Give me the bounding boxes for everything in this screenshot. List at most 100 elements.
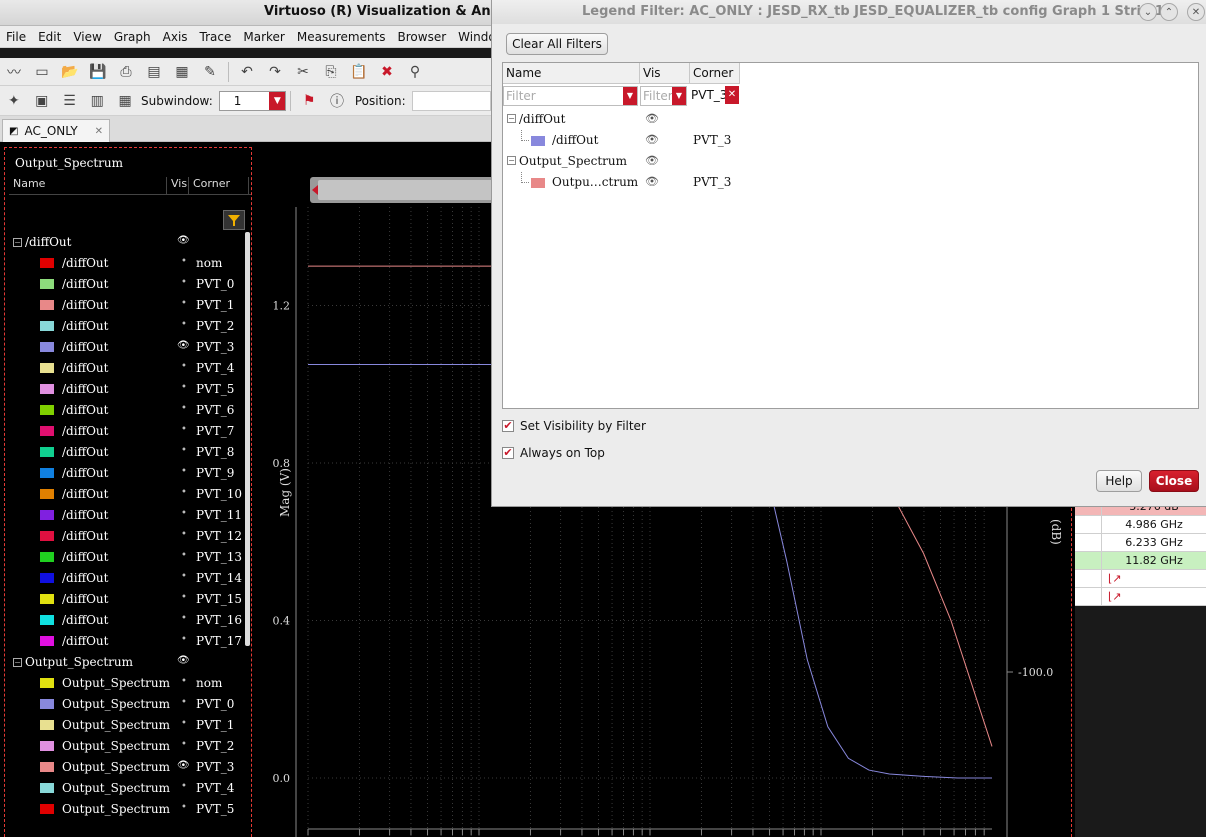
measurement-row[interactable]: ⌊↗ [1075,570,1206,588]
measurement-row[interactable]: 11.82 GHz [1075,552,1206,570]
close-button[interactable]: Close [1149,470,1199,492]
vis-filter-input[interactable]: Filter ▼ [640,86,687,106]
hidden-dot-icon[interactable]: • [181,403,187,414]
close-icon[interactable]: ✕ [95,126,103,137]
legend-col-corner[interactable]: Corner [189,177,249,194]
measurement-row[interactable]: 6.233 GHz [1075,534,1206,552]
hidden-dot-icon[interactable]: • [181,613,187,624]
hidden-dot-icon[interactable]: • [181,298,187,309]
hidden-dot-icon[interactable]: • [181,781,187,792]
hidden-dot-icon[interactable]: • [181,445,187,456]
maximize-icon[interactable]: ⌃ [1160,3,1178,21]
chevron-down-icon[interactable]: ▼ [623,87,637,105]
filter-funnel-icon[interactable] [223,210,245,230]
menu-edit[interactable]: Edit [32,30,67,44]
undo-icon[interactable]: ↶ [236,61,258,83]
legend-item-row[interactable]: Output_Spectrum • PVT_1 [9,715,245,736]
legend-col-vis[interactable]: Vis [167,177,189,194]
eye-icon[interactable]: 👁 [177,340,190,351]
cut-icon[interactable]: ✂ [292,61,314,83]
menu-browser[interactable]: Browser [392,30,453,44]
delete-icon[interactable]: ✖ [376,61,398,83]
collapse-icon[interactable]: − [507,114,516,123]
legend-item-row[interactable]: /diffOut • PVT_11 [9,505,245,526]
calculator-icon[interactable]: ▦ [171,61,193,83]
hidden-dot-icon[interactable]: • [181,424,187,435]
hidden-dot-icon[interactable]: • [181,676,187,687]
hidden-dot-icon[interactable]: • [181,361,187,372]
plot-scrollbar-handle[interactable] [318,180,498,200]
legend-item-row[interactable]: /diffOut • PVT_6 [9,400,245,421]
eye-icon[interactable]: 👁 [177,655,190,666]
name-filter-input[interactable]: Filter ▼ [503,86,638,106]
legend-item-row[interactable]: /diffOut • PVT_8 [9,442,245,463]
clear-all-filters-button[interactable]: Clear All Filters [506,33,608,55]
columns-layout-icon[interactable]: ▥ [86,90,108,112]
hidden-dot-icon[interactable]: • [181,529,187,540]
measurement-row[interactable]: ⌊↗ [1075,588,1206,606]
tree-col-vis[interactable]: Vis [640,63,690,83]
tree-row[interactable]: − Output_Spectrum 👁 [503,151,1198,172]
legend-col-name[interactable]: Name [9,177,167,194]
flag-icon[interactable]: ⚑ [298,90,320,112]
chevron-down-icon[interactable]: ▼ [672,87,686,105]
hidden-dot-icon[interactable]: • [181,466,187,477]
eye-icon[interactable]: 👁 [645,133,659,146]
eye-icon[interactable]: 👁 [177,760,190,771]
always-on-top-checkbox[interactable]: ✔ [502,447,514,459]
hidden-dot-icon[interactable]: • [181,697,187,708]
help-button[interactable]: Help [1096,470,1142,492]
legend-item-row[interactable]: /diffOut • PVT_14 [9,568,245,589]
legend-item-row[interactable]: /diffOut • nom [9,253,245,274]
position-field[interactable] [411,90,491,111]
edit-icon[interactable]: ✎ [199,61,221,83]
legend-item-row[interactable]: /diffOut • PVT_16 [9,610,245,631]
minimize-icon[interactable]: ⌄ [1139,3,1157,21]
eye-icon[interactable]: 👁 [645,154,659,167]
save-icon[interactable]: 💾 [87,61,109,83]
legend-item-row[interactable]: /diffOut • PVT_12 [9,526,245,547]
legend-scrollbar[interactable] [245,232,250,646]
legend-item-row[interactable]: Output_Spectrum • PVT_4 [9,778,245,799]
menu-window[interactable]: Window [452,30,491,44]
hidden-dot-icon[interactable]: • [181,802,187,813]
hidden-dot-icon[interactable]: • [181,592,187,603]
copy-icon[interactable]: ⎘ [320,61,342,83]
menu-file[interactable]: File [0,30,32,44]
legend-item-row[interactable]: /diffOut • PVT_15 [9,589,245,610]
legend-item-row[interactable]: Output_Spectrum • PVT_2 [9,736,245,757]
tree-row[interactable]: /diffOut PVT_3 👁 [503,130,1198,151]
corner-filter-input[interactable]: PVT_3 ✕ [689,86,739,106]
filter-icon[interactable]: ⚲ [404,61,426,83]
legend-item-row[interactable]: /diffOut • PVT_4 [9,358,245,379]
menu-axis[interactable]: Axis [157,30,194,44]
hidden-dot-icon[interactable]: • [181,718,187,729]
tree-row[interactable]: Outpu…ctrum PVT_3 👁 [503,172,1198,193]
subwindow-select[interactable]: 1 ▼ [218,90,287,111]
legend-group-row[interactable]: − Output_Spectrum 👁 [9,652,245,673]
magic-wand-icon[interactable]: ✦ [3,90,25,112]
legend-item-row[interactable]: Output_Spectrum • PVT_0 [9,694,245,715]
tree-col-name[interactable]: Name [503,63,640,83]
clear-filter-icon[interactable]: ✕ [725,86,739,104]
open-folder-icon[interactable]: 📂 [59,61,81,83]
legend-item-row[interactable]: /diffOut • PVT_10 [9,484,245,505]
redo-icon[interactable]: ↷ [264,61,286,83]
hidden-dot-icon[interactable]: • [181,256,187,267]
tree-row[interactable]: −/diffOut 👁 [503,109,1198,130]
hidden-dot-icon[interactable]: • [181,634,187,645]
hidden-dot-icon[interactable]: • [181,487,187,498]
menu-measurements[interactable]: Measurements [291,30,392,44]
collapse-icon[interactable]: − [13,238,22,247]
hidden-dot-icon[interactable]: • [181,382,187,393]
legend-item-row[interactable]: /diffOut • PVT_9 [9,463,245,484]
paste-icon[interactable]: 📋 [348,61,370,83]
hidden-dot-icon[interactable]: • [181,739,187,750]
eye-icon[interactable]: 👁 [177,235,190,246]
plot-measure-icon[interactable]: ⌊↗ [1102,570,1206,587]
menu-marker[interactable]: Marker [237,30,290,44]
set-visibility-checkbox[interactable]: ✔ [502,420,514,432]
menu-graph[interactable]: Graph [108,30,157,44]
plot-measure-icon[interactable]: ⌊↗ [1102,588,1206,605]
legend-item-row[interactable]: /diffOut • PVT_13 [9,547,245,568]
